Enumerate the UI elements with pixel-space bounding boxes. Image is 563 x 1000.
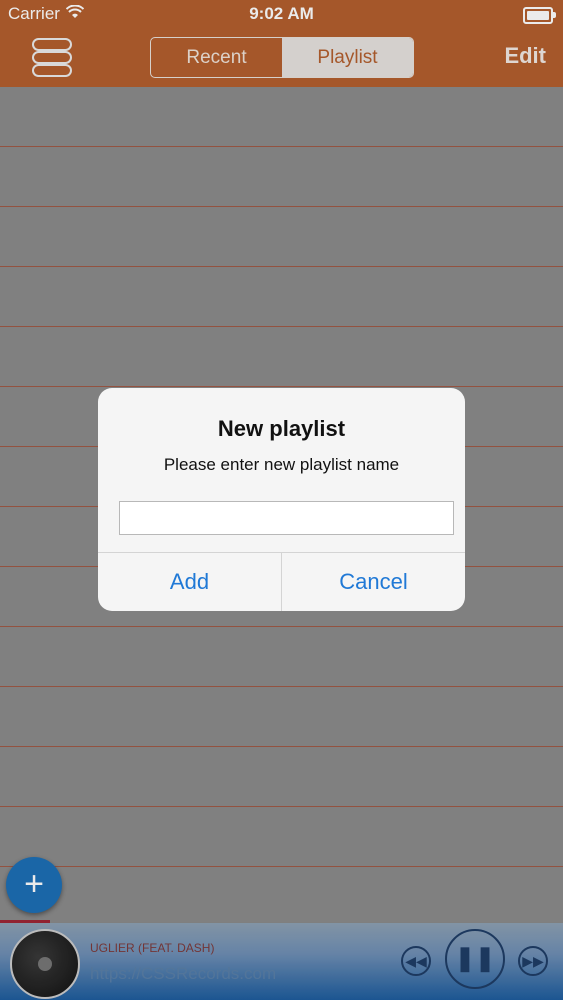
new-playlist-dialog: New playlist Please enter new playlist n… [98,388,465,611]
cancel-button[interactable]: Cancel [281,553,465,611]
dialog-actions: Add Cancel [98,552,465,611]
dialog-message: Please enter new playlist name [163,455,400,474]
dialog-title: New playlist [217,416,346,441]
add-button[interactable]: Add [98,553,281,611]
playlist-name-input[interactable] [119,501,454,535]
